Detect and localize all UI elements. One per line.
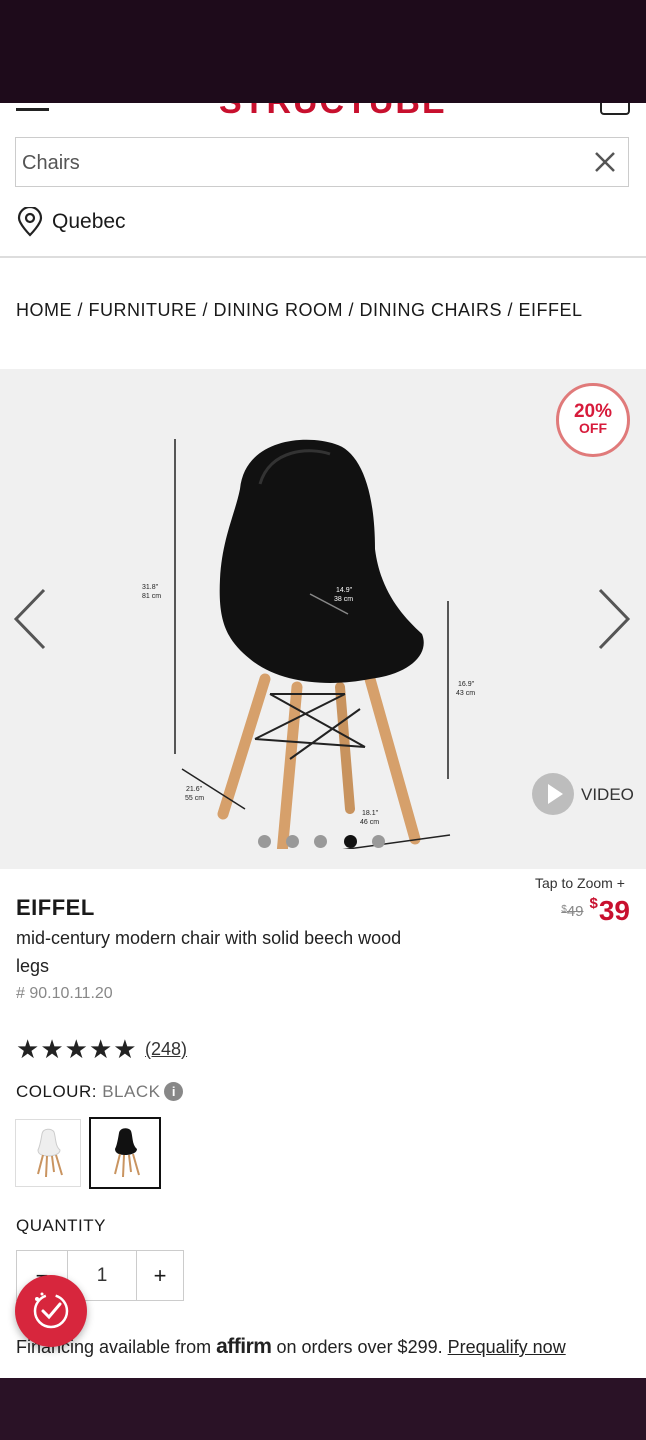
plus-icon: + (616, 875, 625, 891)
video-label: VIDEO (581, 785, 634, 804)
info-icon[interactable]: i (164, 1082, 184, 1101)
financing-banner: Financing available from affirm on order… (16, 1335, 566, 1359)
prequalify-link[interactable]: Prequalify now (448, 1337, 566, 1357)
swatch-black[interactable] (89, 1117, 161, 1189)
dim-seat-height-in: 16.9" (458, 681, 475, 688)
financing-suffix: on orders over $299. (276, 1337, 443, 1357)
search-input-value[interactable]: Chairs (22, 152, 80, 175)
rewards-fab[interactable] (15, 1275, 87, 1347)
navigation-bar (0, 1378, 646, 1440)
old-price: $49 (561, 903, 584, 920)
site-logo[interactable]: STRUCTUBE (219, 103, 447, 117)
product-image: 31.8" 81 cm 14.9" 38 cm 16.9" 43 cm 21.6… (142, 439, 475, 849)
discount-percent: 20% (573, 401, 613, 422)
swatch-white[interactable] (15, 1119, 81, 1187)
divider (0, 256, 646, 258)
star-icon: ★ (88, 1034, 114, 1064)
search-input[interactable]: Chairs (15, 137, 629, 187)
close-icon[interactable] (592, 149, 618, 175)
product-gallery[interactable]: 31.8" 81 cm 14.9" 38 cm 16.9" 43 cm 21.6… (0, 369, 646, 869)
colour-label: COLOUR: BLACK i (16, 1082, 184, 1102)
black-chair-thumbnail (114, 1128, 140, 1178)
dim-seat-width-cm: 38 cm (334, 596, 353, 603)
review-count-link[interactable]: (248) (145, 1039, 187, 1059)
carousel-dot[interactable] (286, 835, 299, 848)
increase-button[interactable]: + (135, 1251, 185, 1300)
discount-off: OFF (579, 420, 607, 436)
discount-badge: 20% OFF (556, 383, 630, 457)
zoom-label: Tap to Zoom (535, 875, 613, 891)
play-icon (532, 773, 574, 815)
dim-seat-width-in: 14.9" (336, 587, 353, 594)
dim-height-in: 31.8" (142, 584, 159, 591)
hamburger-menu-icon[interactable] (16, 108, 49, 111)
dim-width-cm: 46 cm (360, 819, 379, 826)
site-header: STRUCTUBE (0, 103, 646, 117)
star-icon: ★ (64, 1034, 89, 1064)
quantity-label: QUANTITY (16, 1216, 106, 1235)
dim-seat-height-cm: 43 cm (456, 690, 475, 697)
sale-price: $39 (589, 895, 631, 926)
carousel-dot[interactable] (372, 835, 385, 848)
white-chair-thumbnail (37, 1128, 63, 1178)
colour-value: BLACK (102, 1082, 161, 1101)
dim-height-cm: 81 cm (142, 593, 161, 600)
rating[interactable]: ★★★★★ (248) (16, 1034, 187, 1065)
carousel-dot[interactable] (314, 835, 327, 848)
location-label[interactable]: Quebec (52, 210, 126, 234)
breadcrumb[interactable]: HOME / FURNITURE / DINING ROOM / DINING … (16, 300, 583, 321)
carousel-dot[interactable] (258, 835, 271, 848)
star-icon: ★ (40, 1034, 65, 1064)
dim-depth-in: 21.6" (186, 786, 203, 793)
dim-width-in: 18.1" (362, 810, 379, 817)
map-pin-icon (17, 207, 43, 237)
chevron-right-icon[interactable] (594, 586, 634, 652)
product-sku: # 90.10.11.20 (16, 985, 113, 1002)
chevron-left-icon[interactable] (10, 586, 50, 652)
shopping-bag-icon[interactable] (600, 103, 630, 115)
carousel-dot-active[interactable] (344, 835, 357, 848)
badge-check-icon (33, 1292, 69, 1329)
star-icon: ★ (16, 1034, 41, 1064)
product-description: mid-century modern chair with solid beec… (16, 928, 402, 976)
dim-depth-cm: 55 cm (185, 795, 204, 802)
product-price: $49 $39 (561, 895, 630, 927)
star-icon: ★ (113, 1034, 138, 1064)
tap-to-zoom[interactable]: Tap to Zoom + (535, 875, 625, 891)
affirm-logo: affirm (216, 1335, 272, 1358)
colour-label-text: COLOUR: (16, 1082, 97, 1101)
status-bar (0, 0, 646, 103)
product-name: EIFFEL (16, 895, 95, 920)
